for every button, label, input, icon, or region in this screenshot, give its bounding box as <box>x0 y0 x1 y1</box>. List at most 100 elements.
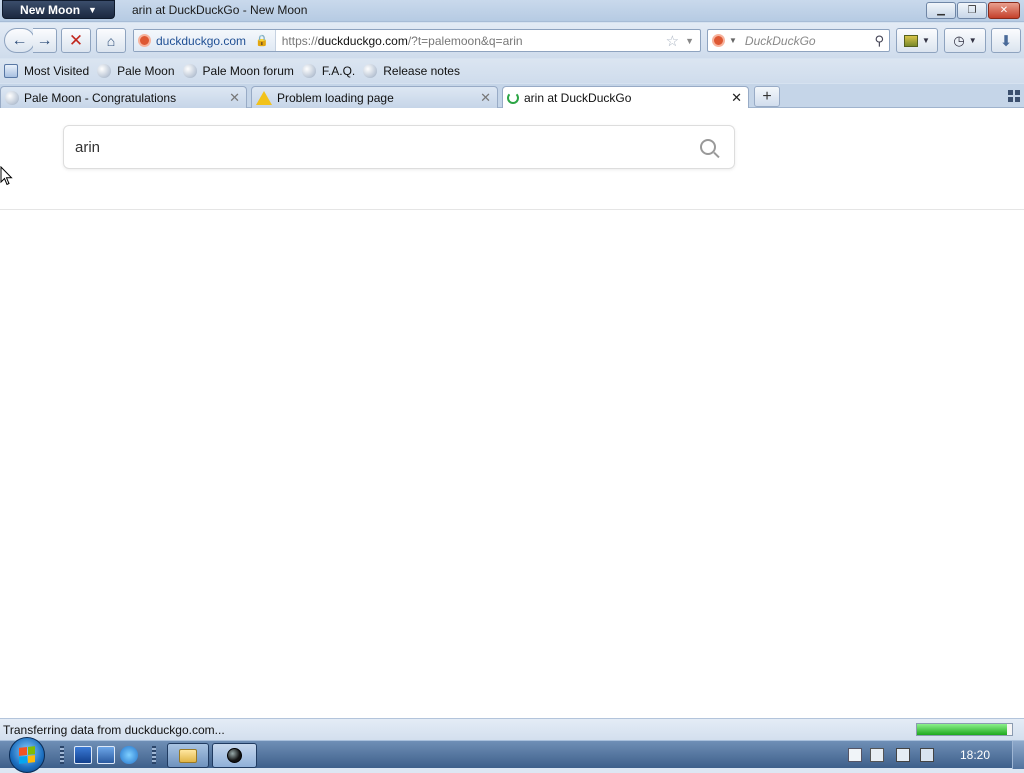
bookmark-label: Pale Moon <box>117 64 175 78</box>
show-desktop-button[interactable] <box>1012 741 1024 769</box>
progress-bar <box>916 723 1013 736</box>
taskbar-explorer-button[interactable] <box>167 743 209 768</box>
chevron-down-icon: ▼ <box>922 36 930 45</box>
bookmarks-icon <box>904 34 919 47</box>
search-query-text[interactable]: arin <box>75 139 700 156</box>
action-center-icon[interactable] <box>870 748 884 762</box>
globe-icon <box>97 64 112 78</box>
home-icon: ⌂ <box>106 32 116 49</box>
windows-logo-icon <box>19 746 35 764</box>
tab-pale-moon-congratulations[interactable]: Pale Moon - Congratulations ✕ <box>0 86 247 108</box>
status-text: Transferring data from duckduckgo.com... <box>3 723 225 737</box>
bookmark-label: Pale Moon forum <box>202 64 294 78</box>
remote-desktop-icon[interactable] <box>97 746 115 764</box>
downloads-button[interactable]: ⬇ <box>991 28 1021 53</box>
url-path: /?t=palemoon&q=arin <box>407 33 523 48</box>
new-tab-button[interactable]: + <box>754 86 780 107</box>
list-all-tabs-button[interactable] <box>1008 90 1020 102</box>
search-icon[interactable]: ⚲ <box>874 33 884 49</box>
bookmark-most-visited[interactable]: Most Visited <box>4 64 89 78</box>
status-bar: Transferring data from duckduckgo.com... <box>0 718 1024 740</box>
bookmarks-toolbar: Most Visited Pale Moon Pale Moon forum F… <box>0 59 1024 83</box>
search-engine-dropdown-icon[interactable]: ▼ <box>729 36 737 45</box>
volume-muted-icon[interactable] <box>920 748 934 762</box>
tab-grid-cell <box>1008 97 1013 102</box>
tab-label: arin at DuckDuckGo <box>524 91 632 105</box>
close-tab-icon[interactable]: ✕ <box>229 90 240 106</box>
browser-window: New Moon ▼ arin at DuckDuckGo - New Moon… <box>0 0 1024 740</box>
bookmark-release-notes[interactable]: Release notes <box>363 64 460 78</box>
taskbar-browser-button[interactable] <box>212 743 257 768</box>
forward-arrow-icon: → <box>36 31 53 49</box>
url-dropdown-icon[interactable]: ▼ <box>685 36 694 46</box>
url-host: duckduckgo.com <box>317 33 408 48</box>
back-button[interactable]: ← <box>4 28 35 53</box>
globe-icon <box>5 90 19 105</box>
search-icon[interactable] <box>700 139 716 155</box>
tab-grid-cell <box>1008 90 1013 95</box>
stop-button[interactable]: ✕ <box>61 28 91 53</box>
app-menu-button[interactable]: New Moon ▼ <box>2 0 115 19</box>
navigation-toolbar: ← → ✕ ⌂ duckduckgo.com 🔒 https://duckduc… <box>0 23 1024 58</box>
bookmark-star-icon[interactable]: ☆ <box>666 32 679 50</box>
toolbar-grip[interactable] <box>152 746 156 764</box>
loading-spinner-icon <box>507 92 519 104</box>
tab-grid-cell <box>1015 90 1020 95</box>
chevron-down-icon: ▼ <box>88 4 97 15</box>
url-scheme: https:// <box>281 33 318 48</box>
url-text[interactable]: https://duckduckgo.com/?t=palemoon&q=ari… <box>276 34 666 48</box>
new-moon-icon <box>227 748 242 763</box>
download-arrow-icon: ⬇ <box>999 32 1013 50</box>
back-arrow-icon: ← <box>11 31 28 49</box>
minimize-button[interactable]: ▁ <box>926 2 956 19</box>
search-engine-icon[interactable] <box>712 34 725 47</box>
bookmark-label: F.A.Q. <box>321 64 356 78</box>
restore-icon: ❐ <box>967 5 977 16</box>
bookmarks-button[interactable]: ▼ <box>896 28 938 53</box>
search-placeholder: DuckDuckGo <box>744 33 816 48</box>
toolbar-grip[interactable] <box>60 746 64 764</box>
plus-icon: + <box>762 87 772 105</box>
window-title: arin at DuckDuckGo - New Moon <box>132 3 308 17</box>
show-desktop-quicklaunch-icon[interactable] <box>74 746 92 764</box>
clock-icon: ◷ <box>953 32 965 48</box>
tab-problem-loading-page[interactable]: Problem loading page ✕ <box>251 86 498 108</box>
site-identity-button[interactable]: duckduckgo.com 🔒 <box>134 30 276 51</box>
taskbar-clock[interactable]: 18:20 <box>960 748 990 762</box>
window-controls: ▁ ❐ ✕ <box>926 2 1020 19</box>
close-tab-icon[interactable]: ✕ <box>480 90 491 106</box>
history-button[interactable]: ◷ ▼ <box>944 28 986 53</box>
bookmark-label: Release notes <box>383 64 460 78</box>
bookmark-pale-moon[interactable]: Pale Moon <box>97 64 175 78</box>
home-button[interactable]: ⌂ <box>96 28 126 53</box>
search-bar[interactable]: ▼ DuckDuckGo ⚲ <box>707 29 890 52</box>
page-content: arin <box>0 108 1024 718</box>
restore-button[interactable]: ❐ <box>957 2 987 19</box>
forward-button[interactable]: → <box>33 28 57 53</box>
bookmark-label: Most Visited <box>24 64 90 78</box>
title-bar: New Moon ▼ arin at DuckDuckGo - New Moon… <box>0 0 1024 22</box>
internet-explorer-icon[interactable] <box>120 746 138 764</box>
taskbar: 18:20 <box>0 737 1024 773</box>
tab-label: Problem loading page <box>277 90 394 105</box>
warning-icon <box>256 90 272 105</box>
url-bar[interactable]: duckduckgo.com 🔒 https://duckduckgo.com/… <box>133 29 701 52</box>
identity-label: duckduckgo.com <box>156 33 247 48</box>
bookmark-pale-moon-forum[interactable]: Pale Moon forum <box>182 64 294 78</box>
search-input[interactable]: arin <box>63 125 735 169</box>
most-visited-icon <box>4 64 18 78</box>
chevron-down-icon: ▼ <box>968 36 977 45</box>
tab-arin-duckduckgo[interactable]: arin at DuckDuckGo ✕ <box>502 86 749 109</box>
close-window-button[interactable]: ✕ <box>988 2 1020 19</box>
lock-icon: 🔒 <box>255 35 269 47</box>
app-menu-label: New Moon <box>20 2 81 17</box>
close-tab-icon[interactable]: ✕ <box>731 90 742 106</box>
minimize-icon: ▁ <box>937 5 945 16</box>
duckduckgo-favicon-icon <box>138 34 151 47</box>
notification-icon[interactable] <box>848 748 862 762</box>
tab-strip: Pale Moon - Congratulations ✕ Problem lo… <box>0 84 1024 109</box>
bookmark-faq[interactable]: F.A.Q. <box>301 64 356 78</box>
header-divider <box>0 209 1024 210</box>
progress-fill <box>917 724 1008 735</box>
network-icon[interactable] <box>896 748 910 762</box>
